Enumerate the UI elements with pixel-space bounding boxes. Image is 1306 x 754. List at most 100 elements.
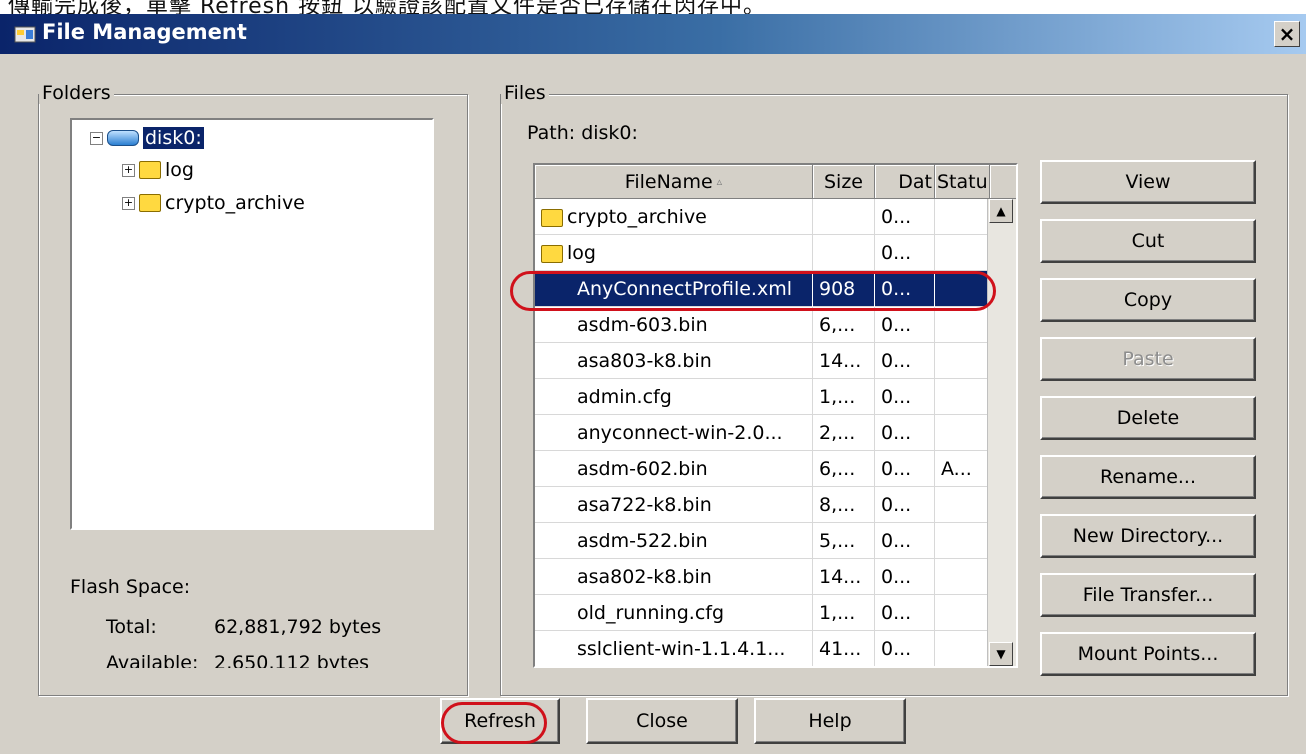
table-row[interactable]: asa803-k8.bin 14... 0... <box>535 343 990 379</box>
cell-filename: asa722-k8.bin <box>535 487 813 523</box>
mount-points-button[interactable]: Mount Points... <box>1040 632 1256 676</box>
cell-size: 8,... <box>813 487 875 523</box>
column-header-filler <box>990 165 1016 199</box>
cell-filename: anyconnect-win-2.0... <box>535 415 813 451</box>
cell-text: 1,... <box>819 386 856 408</box>
help-button[interactable]: Help <box>754 698 906 744</box>
mount-points-button-label: Mount Points... <box>1077 643 1219 665</box>
tree-node-log[interactable]: + log <box>122 156 194 184</box>
close-button[interactable]: Close <box>586 698 738 744</box>
table-row[interactable]: old_running.cfg 1,... 0... <box>535 595 990 631</box>
expand-icon[interactable]: + <box>122 163 135 177</box>
cell-status <box>935 559 990 595</box>
close-icon[interactable]: × <box>1274 21 1300 47</box>
table-row[interactable]: asdm-603.bin 6,... 0... <box>535 307 990 343</box>
cell-date: 0... <box>875 451 935 487</box>
cell-size <box>813 199 875 235</box>
cell-text: 8,... <box>819 494 856 516</box>
table-row[interactable]: log 0... <box>535 235 990 271</box>
paste-button-label: Paste <box>1122 348 1174 370</box>
table-row[interactable]: crypto_archive 0... <box>535 199 990 235</box>
cell-date: 0... <box>875 631 935 666</box>
column-header-date[interactable]: Dat <box>875 165 935 199</box>
column-header-filename[interactable]: FileName ▵ <box>535 165 813 199</box>
cell-status <box>935 523 990 559</box>
new-directory-button[interactable]: New Directory... <box>1040 514 1256 558</box>
delete-button-label: Delete <box>1116 407 1180 429</box>
cell-date: 0... <box>875 595 935 631</box>
cell-date: 0... <box>875 487 935 523</box>
cell-filename: asdm-602.bin <box>535 451 813 487</box>
cell-size: 14... <box>813 343 875 379</box>
cell-text: asdm-603.bin <box>577 314 708 336</box>
folder-icon <box>139 194 161 212</box>
help-button-label: Help <box>808 710 852 732</box>
caption-strip: 傳輸完成後，單擊 Refresh 按鈕 以驗證該配置文件是否已存儲在閃存中。 <box>0 0 1306 14</box>
cell-text: 0... <box>881 314 912 336</box>
path-display: Path: disk0: <box>527 122 638 144</box>
cell-text: asa722-k8.bin <box>577 494 712 516</box>
cell-size: 41... <box>813 631 875 666</box>
cell-size: 6,... <box>813 307 875 343</box>
cell-text: admin.cfg <box>577 386 672 408</box>
table-row[interactable]: sslclient-win-1.1.4.1... 41... 0... <box>535 631 990 666</box>
cell-text: 14... <box>819 350 862 372</box>
cell-filename: crypto_archive <box>535 199 813 235</box>
cell-status <box>935 415 990 451</box>
cell-filename: asdm-603.bin <box>535 307 813 343</box>
column-header-label: Size <box>823 170 863 193</box>
cell-text: 1,... <box>819 602 856 624</box>
table-row[interactable]: asa802-k8.bin 14... 0... <box>535 559 990 595</box>
folder-icon <box>541 244 563 263</box>
table-row[interactable]: admin.cfg 1,... 0... <box>535 379 990 415</box>
cell-date: 0... <box>875 343 935 379</box>
collapse-icon[interactable]: − <box>90 131 103 145</box>
rename-button[interactable]: Rename... <box>1040 455 1256 499</box>
cell-text: 41... <box>819 638 862 660</box>
paste-button[interactable]: Paste <box>1040 337 1256 381</box>
folder-tree[interactable]: − disk0: + log + crypto_archive <box>70 118 434 530</box>
cell-text: anyconnect-win-2.0... <box>577 422 783 444</box>
cell-size: 1,... <box>813 379 875 415</box>
column-header-status[interactable]: Statu <box>935 165 990 199</box>
window-title: File Management <box>42 20 247 44</box>
caption-text: 傳輸完成後，單擊 Refresh 按鈕 以驗證該配置文件是否已存儲在閃存中。 <box>8 0 767 14</box>
expand-icon[interactable]: + <box>122 196 135 210</box>
delete-button[interactable]: Delete <box>1040 396 1256 440</box>
cell-text: 0... <box>881 566 912 588</box>
cell-text: asa803-k8.bin <box>577 350 712 372</box>
cell-status <box>935 379 990 415</box>
title-bar[interactable]: File Management × <box>0 14 1306 54</box>
cell-status <box>935 199 990 235</box>
cell-text: 0... <box>881 422 912 444</box>
column-header-label: FileName <box>624 170 713 193</box>
cell-size <box>813 235 875 271</box>
path-label: Path: <box>527 122 576 144</box>
table-row[interactable]: asa722-k8.bin 8,... 0... <box>535 487 990 523</box>
cell-text: asdm-602.bin <box>577 458 708 480</box>
vertical-scrollbar[interactable]: ▲ ▼ <box>987 199 1016 666</box>
cell-size: 2,... <box>813 415 875 451</box>
file-table[interactable]: FileName ▵ Size Dat Statu crypto_archive… <box>533 163 1018 668</box>
file-transfer-button[interactable]: File Transfer... <box>1040 573 1256 617</box>
table-row[interactable]: asdm-522.bin 5,... 0... <box>535 523 990 559</box>
view-button[interactable]: View <box>1040 160 1256 204</box>
column-header-size[interactable]: Size <box>813 165 875 199</box>
cell-text: 0... <box>881 386 912 408</box>
table-row[interactable]: asdm-602.bin 6,... 0... A... <box>535 451 990 487</box>
scroll-up-icon[interactable]: ▲ <box>989 199 1013 223</box>
copy-button[interactable]: Copy <box>1040 278 1256 322</box>
cell-text: A... <box>941 458 972 480</box>
tree-node-disk0[interactable]: − disk0: <box>90 124 205 152</box>
scroll-down-icon[interactable]: ▼ <box>989 642 1013 666</box>
tree-node-label: disk0: <box>142 126 205 150</box>
table-row[interactable]: anyconnect-win-2.0... 2,... 0... <box>535 415 990 451</box>
tree-node-label: log <box>165 159 194 181</box>
tree-node-label: crypto_archive <box>165 192 305 214</box>
cut-button[interactable]: Cut <box>1040 219 1256 263</box>
cell-text: asa802-k8.bin <box>577 566 712 588</box>
tree-node-crypto-archive[interactable]: + crypto_archive <box>122 189 305 217</box>
cell-date: 0... <box>875 235 935 271</box>
new-directory-button-label: New Directory... <box>1072 525 1224 547</box>
cell-date: 0... <box>875 523 935 559</box>
